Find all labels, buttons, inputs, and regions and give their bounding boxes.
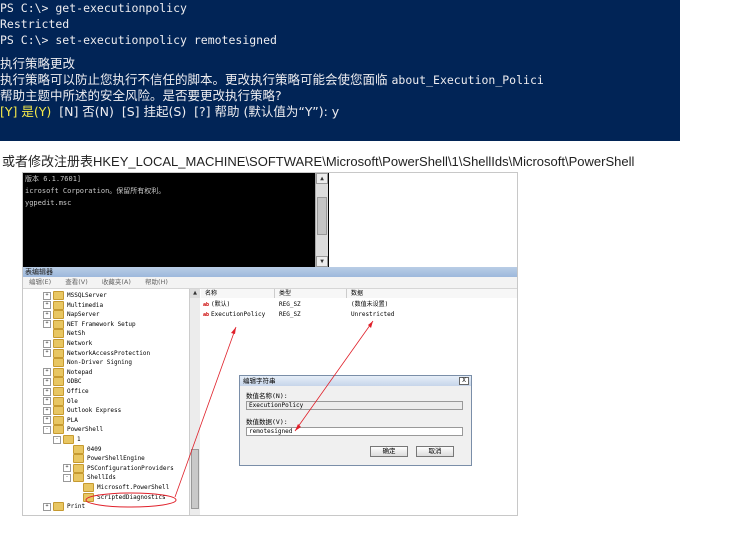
console-body-cn: 执行策略可以防止您执行不信任的脚本。更改执行策略可能会使您面临 xyxy=(0,72,392,87)
embedded-screenshot: 版本 6.1.7601] icrosoft Corporation。保留所有权利… xyxy=(22,172,518,516)
console-prompt-highlight: [Y] 是(Y) xyxy=(0,104,52,119)
console-line: PS C:\> get-executionpolicy xyxy=(0,1,187,15)
highlight-ellipse xyxy=(85,492,177,508)
annotation-arrow xyxy=(174,326,237,498)
console-body-en: about_Execution_Polici xyxy=(391,73,544,87)
console-body-line2: 帮助主题中所述的安全风险。是否要更改执行策略? xyxy=(0,88,282,103)
console-heading: 执行策略更改 xyxy=(0,56,76,71)
console-line: Restricted xyxy=(0,17,70,31)
arrow-head xyxy=(231,327,236,334)
annotation-overlay xyxy=(85,320,374,508)
console-line: PS C:\> set-executionpolicy remotesigned xyxy=(0,33,277,47)
powershell-console: PS C:\> get-executionpolicy Restricted P… xyxy=(0,0,680,141)
console-prompt-rest: [N] 否(N) [S] 挂起(S) [?] 帮助 (默认值为“Y”): y xyxy=(51,104,340,119)
annotation-arrow xyxy=(294,320,374,432)
arrow-head xyxy=(295,424,301,431)
registry-caption: 或者修改注册表HKEY_LOCAL_MACHINE\SOFTWARE\Micro… xyxy=(2,154,635,169)
